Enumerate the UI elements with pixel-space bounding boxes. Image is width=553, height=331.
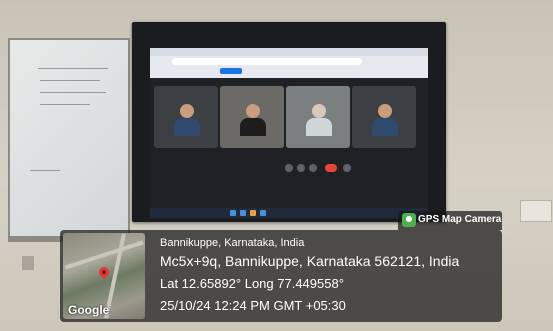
map-brand: Google: [68, 303, 110, 317]
browser-tabs: [150, 48, 428, 56]
mic-icon: [285, 164, 293, 172]
camera-icon: [297, 164, 305, 172]
os-taskbar: [150, 208, 428, 218]
participant-tile: [286, 86, 350, 148]
badge-title: GPS Map Camera: [418, 214, 502, 225]
wall-switch: [22, 256, 34, 270]
captions-icon: [309, 164, 317, 172]
video-call-screen: [150, 48, 428, 218]
coordinates: Lat 12.65892° Long 77.449558°: [160, 276, 344, 291]
camera-pin-icon: [402, 213, 416, 227]
participant-tile: [154, 86, 218, 148]
participant-tile: [220, 86, 284, 148]
hang-up-icon: [325, 164, 337, 172]
address: Mc5x+9q, Bannikuppe, Karnataka 562121, I…: [160, 253, 460, 269]
more-options-icon: [343, 164, 351, 172]
wall-socket-box: [520, 200, 552, 222]
blue-button: [220, 68, 242, 74]
browser-toolbar: [150, 48, 428, 78]
participant-tile: [352, 86, 416, 148]
place-name: Bannikuppe, Karnataka, India: [160, 237, 305, 249]
address-bar: [172, 58, 362, 65]
timestamp: 25/10/24 12:24 PM GMT +05:30: [160, 298, 346, 313]
map-thumbnail: Google: [63, 233, 145, 319]
whiteboard: [8, 38, 130, 242]
